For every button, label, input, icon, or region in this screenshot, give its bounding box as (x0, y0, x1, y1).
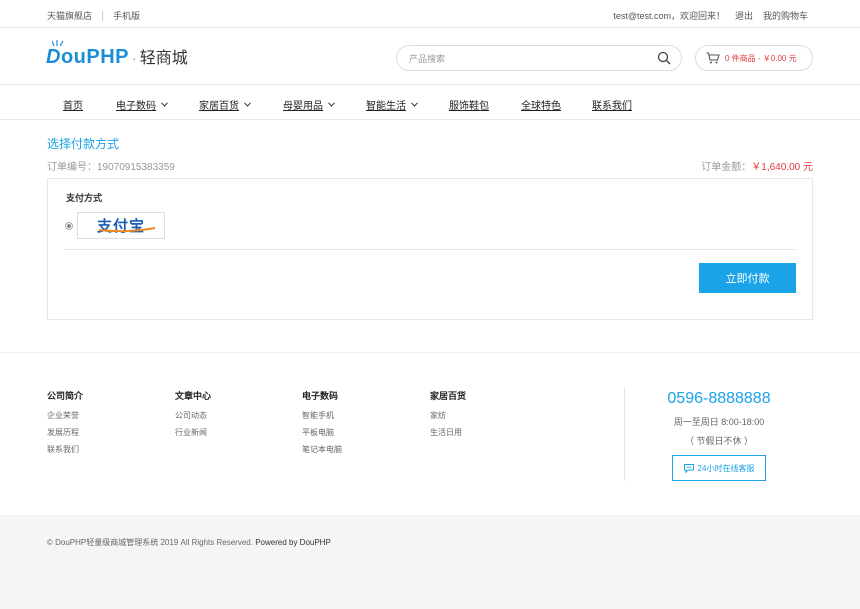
service-hours: 周一至周日 8:00-18:00 (673, 417, 765, 427)
footer-link[interactable]: 发展历程 (47, 428, 83, 437)
order-amount-value: ￥1,640.00 元 (751, 162, 813, 173)
cart-icon (706, 52, 720, 64)
footer-column-electronics: 电子数码 智能手机 平板电脑 笔记本电脑 (302, 389, 342, 462)
nav-label: 智能生活 (366, 101, 406, 112)
footer-column-about: 公司简介 企业荣誉 发展历程 联系我们 (47, 389, 83, 462)
footer-divider (0, 352, 860, 353)
top-bar-right: test@test.com，欢迎回来！ 退出 我的购物车 (613, 9, 808, 22)
chevron-down-icon (411, 102, 418, 107)
payment-method-title: 支付方式 (66, 193, 103, 203)
nav-label: 服饰鞋包 (449, 101, 489, 112)
powered-by-link[interactable]: Powered by DouPHP (255, 538, 331, 547)
copyright: © DouPHP轻量级商城管理系统 2019 All Rights Reserv… (47, 537, 331, 548)
hotline-number: 0596-8888888 (667, 390, 771, 407)
mini-cart[interactable]: 0 件商品 - ￥0.00 元 (695, 45, 813, 71)
search-box (396, 45, 682, 71)
footer-column-home-goods: 家居百货 家纺 生活日用 (430, 389, 466, 445)
footer-link[interactable]: 企业荣誉 (47, 411, 83, 420)
copyright-band (0, 515, 860, 609)
page-title: 选择付款方式 (47, 137, 120, 151)
service-hours-note: （ 节假日不休 ） (684, 436, 753, 446)
divider (64, 249, 796, 250)
footer-link[interactable]: 行业新闻 (175, 428, 211, 437)
nav-item-global[interactable]: 全球特色 (521, 97, 561, 112)
nav-label: 联系我们 (592, 101, 632, 112)
alipay-logo: 支付宝 (96, 218, 145, 235)
order-amount: 订单金额：￥1,640.00 元 (701, 158, 813, 173)
logo-rays-icon (52, 40, 64, 46)
footer-column-title: 文章中心 (175, 391, 212, 401)
footer-link[interactable]: 家纺 (430, 411, 466, 420)
nav-item-apparel[interactable]: 服饰鞋包 (449, 97, 489, 112)
online-service-label: 24小时在线客服 (697, 463, 755, 473)
nav-label: 全球特色 (521, 101, 561, 112)
logo-brand-d: D (46, 46, 61, 68)
nav-item-smart-life[interactable]: 智能生活 (366, 97, 418, 112)
logo-brand: DouPHP (46, 46, 129, 69)
footer-column-title: 公司简介 (47, 391, 84, 401)
online-service-button[interactable]: 24小时在线客服 (672, 455, 766, 481)
search-icon[interactable] (657, 51, 671, 65)
alipay-option[interactable]: 支付宝 (77, 212, 165, 239)
user-welcome[interactable]: test@test.com，欢迎回来！ (613, 9, 725, 22)
logo-subtitle: 轻商城 (139, 50, 188, 67)
pay-now-button[interactable]: 立即付款 (699, 263, 796, 293)
footer-column-title: 家居百货 (430, 391, 467, 401)
logo-brand-rest: ouPHP (60, 46, 130, 68)
main-nav: 首页 电子数码 家居百货 母婴用品 智能生活 服饰鞋包 全球特色 联系我们 (0, 86, 860, 120)
order-number: 订单编号：19070915383359 (47, 162, 175, 173)
nav-item-home[interactable]: 首页 (63, 97, 83, 112)
footer-link[interactable]: 公司动态 (175, 411, 211, 420)
logout-link[interactable]: 退出 (735, 9, 753, 22)
footer-link[interactable]: 智能手机 (302, 411, 342, 420)
cart-summary: 0 件商品 - ￥0.00 元 (725, 53, 797, 63)
divider (102, 10, 104, 21)
contact-block: 0596-8888888 周一至周日 8:00-18:00 （ 节假日不休 ） (640, 390, 798, 447)
nav-item-baby[interactable]: 母婴用品 (283, 97, 335, 112)
search-input[interactable] (409, 50, 649, 67)
nav-label: 首页 (63, 101, 83, 112)
order-amount-label: 订单金额： (701, 162, 752, 173)
copyright-text: © DouPHP轻量级商城管理系统 2019 All Rights Reserv… (47, 538, 253, 547)
header: DouPHP · 轻商城 0 件商品 - ￥0.00 元 (0, 28, 860, 85)
alipay-swoosh-icon (98, 227, 156, 232)
chevron-down-icon (244, 102, 251, 107)
footer-link[interactable]: 笔记本电脑 (302, 445, 342, 454)
nav-label: 电子数码 (116, 101, 156, 112)
mobile-link[interactable]: 手机版 (113, 9, 140, 22)
footer-vertical-divider (624, 387, 625, 481)
nav-label: 家居百货 (199, 101, 239, 112)
alipay-radio[interactable] (65, 222, 73, 230)
footer-link[interactable]: 联系我们 (47, 445, 83, 454)
logo-dot: · (132, 50, 137, 66)
nav-label: 母婴用品 (283, 101, 323, 112)
chat-icon (683, 463, 694, 473)
top-bar: 天猫旗舰店 手机版 test@test.com，欢迎回来！ 退出 我的购物车 (0, 0, 860, 28)
nav-item-contact[interactable]: 联系我们 (592, 97, 632, 112)
footer-link[interactable]: 生活日用 (430, 428, 466, 437)
my-cart-link[interactable]: 我的购物车 (763, 9, 808, 22)
footer-column-articles: 文章中心 公司动态 行业新闻 (175, 389, 211, 445)
nav-item-electronics[interactable]: 电子数码 (116, 97, 168, 112)
chevron-down-icon (161, 102, 168, 107)
footer-column-title: 电子数码 (302, 391, 339, 401)
footer-link[interactable]: 平板电脑 (302, 428, 342, 437)
top-bar-left: 天猫旗舰店 手机版 (47, 9, 140, 22)
nav-item-home-goods[interactable]: 家居百货 (199, 97, 251, 112)
chevron-down-icon (328, 102, 335, 107)
store-link[interactable]: 天猫旗舰店 (47, 9, 92, 22)
payment-panel: 支付方式 支付宝 立即付款 (47, 178, 813, 320)
site-logo[interactable]: DouPHP · 轻商城 (46, 40, 188, 69)
